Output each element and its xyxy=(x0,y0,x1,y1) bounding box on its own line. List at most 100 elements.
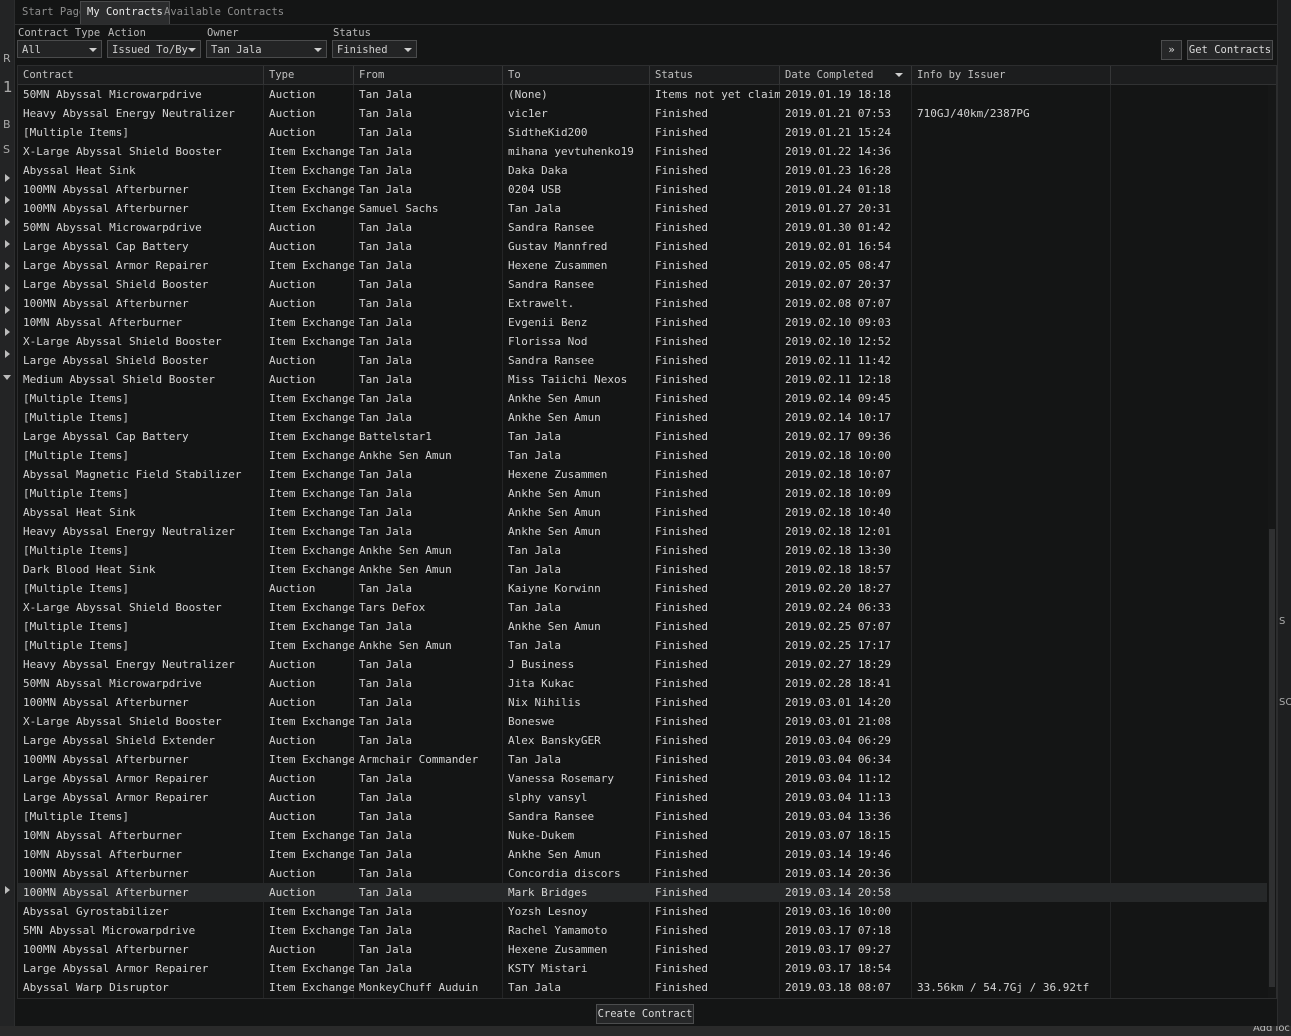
table-row[interactable]: X-Large Abyssal Shield Booster Item Excha… xyxy=(18,712,1267,731)
cell-type: Auction xyxy=(269,373,316,386)
column-header-type[interactable]: Type xyxy=(264,66,354,84)
table-row[interactable]: Large Abyssal Shield Extender Auction Tan … xyxy=(18,731,1267,750)
tab-my-contracts[interactable]: My Contracts xyxy=(80,1,170,24)
cell-status: Finished xyxy=(655,373,708,386)
table-row[interactable]: Large Abyssal Armor Repairer Item Exchang… xyxy=(18,959,1267,978)
table-row[interactable]: Large Abyssal Armor Repairer Item Exchang… xyxy=(18,256,1267,275)
column-header-status[interactable]: Status xyxy=(650,66,780,84)
table-row[interactable]: Abyssal Gyrostabilizer Item Exchange Tan J… xyxy=(18,902,1267,921)
scrollbar-thumb[interactable] xyxy=(1269,529,1275,987)
expand-arrow-icon[interactable] xyxy=(5,218,10,226)
column-header-date-completed[interactable]: Date Completed xyxy=(780,66,912,84)
table-row[interactable]: Large Abyssal Shield Booster Auction Tan J… xyxy=(18,275,1267,294)
table-row[interactable]: 100MN Abyssal Afterburner Auction Tan Jala… xyxy=(18,693,1267,712)
create-contract-button[interactable]: Create Contract xyxy=(596,1004,694,1024)
cell-to: Daka Daka xyxy=(508,164,568,177)
owner-value: Tan Jala xyxy=(211,44,262,56)
expand-arrow-icon[interactable] xyxy=(5,262,10,270)
cell-date-completed: 2019.01.22 14:36 xyxy=(785,145,891,158)
table-row[interactable]: [Multiple Items] Item Exchange Ankhe Sen A… xyxy=(18,446,1267,465)
table-row[interactable]: [Multiple Items] Item Exchange Ankhe Sen A… xyxy=(18,541,1267,560)
cell-to: mihana yevtuhenko19 xyxy=(508,145,634,158)
table-row[interactable]: Abyssal Heat Sink Item Exchange Tan Jala Da… xyxy=(18,161,1267,180)
expand-filters-button[interactable]: » xyxy=(1161,40,1182,60)
table-row[interactable]: [Multiple Items] Auction Tan Jala Kaiyne Ko… xyxy=(18,579,1267,598)
expand-arrow-icon[interactable] xyxy=(5,306,10,314)
table-row[interactable]: Heavy Abyssal Energy Neutralizer Item Exc… xyxy=(18,522,1267,541)
cell-from: Tan Jala xyxy=(359,772,412,785)
table-row[interactable]: Heavy Abyssal Energy Neutralizer Auction T… xyxy=(18,655,1267,674)
table-row[interactable]: X-Large Abyssal Shield Booster Item Excha… xyxy=(18,332,1267,351)
tab-available-contracts[interactable]: Available Contracts xyxy=(158,2,290,22)
cell-type: Auction xyxy=(269,297,316,310)
table-row[interactable]: Medium Abyssal Shield Booster Auction Tan … xyxy=(18,370,1267,389)
table-row[interactable]: [Multiple Items] Item Exchange Ankhe Sen A… xyxy=(18,636,1267,655)
table-row[interactable]: 50MN Abyssal Microwarpdrive Auction Tan Ja… xyxy=(18,218,1267,237)
column-header-from[interactable]: From xyxy=(354,66,503,84)
table-row[interactable]: [Multiple Items] Item Exchange Tan Jala Ank… xyxy=(18,484,1267,503)
table-row[interactable]: [Multiple Items] Item Exchange Tan Jala Ank… xyxy=(18,617,1267,636)
status-select[interactable]: Finished xyxy=(332,40,417,58)
get-contracts-button[interactable]: Get Contracts xyxy=(1187,40,1273,60)
table-row[interactable]: X-Large Abyssal Shield Booster Item Excha… xyxy=(18,142,1267,161)
expand-arrow-icon[interactable] xyxy=(5,886,10,894)
table-row[interactable]: 10MN Abyssal Afterburner Item Exchange Tan… xyxy=(18,313,1267,332)
expand-arrow-icon[interactable] xyxy=(5,196,10,204)
table-row[interactable]: 10MN Abyssal Afterburner Item Exchange Tan… xyxy=(18,826,1267,845)
column-header-contract[interactable]: Contract xyxy=(18,66,264,84)
table-row[interactable]: 100MN Abyssal Afterburner Auction Tan Jala… xyxy=(18,940,1267,959)
column-header-to[interactable]: To xyxy=(503,66,650,84)
cell-type: Item Exchange xyxy=(269,259,354,272)
expand-arrow-icon[interactable] xyxy=(5,284,10,292)
table-row[interactable]: 50MN Abyssal Microwarpdrive Auction Tan Ja… xyxy=(18,674,1267,693)
cell-info-by-issuer xyxy=(912,85,1111,104)
table-row[interactable]: 100MN Abyssal Afterburner Auction Tan Jala… xyxy=(18,883,1267,902)
table-row[interactable]: Large Abyssal Armor Repairer Auction Tan J… xyxy=(18,769,1267,788)
table-row[interactable]: Large Abyssal Cap Battery Item Exchange Ba… xyxy=(18,427,1267,446)
expand-arrow-icon[interactable] xyxy=(5,174,10,182)
table-row[interactable]: [Multiple Items] Auction Tan Jala SidtheKid… xyxy=(18,123,1267,142)
table-row[interactable]: [Multiple Items] Auction Tan Jala Sandra Ra… xyxy=(18,807,1267,826)
table-row[interactable]: 100MN Abyssal Afterburner Item Exchange Ar… xyxy=(18,750,1267,769)
table-row[interactable]: 100MN Abyssal Afterburner Item Exchange Ta… xyxy=(18,180,1267,199)
table-row[interactable]: Large Abyssal Cap Battery Auction Tan Jala… xyxy=(18,237,1267,256)
cell-info-by-issuer xyxy=(912,788,1111,807)
table-row[interactable]: 10MN Abyssal Afterburner Item Exchange Tan… xyxy=(18,845,1267,864)
table-row[interactable]: Abyssal Magnetic Field Stabilizer Item Ex… xyxy=(18,465,1267,484)
table-row[interactable]: Abyssal Heat Sink Item Exchange Tan Jala An… xyxy=(18,503,1267,522)
table-row[interactable]: [Multiple Items] Item Exchange Tan Jala Ank… xyxy=(18,389,1267,408)
contract-type-select[interactable]: All xyxy=(17,40,102,58)
cell-info-by-issuer xyxy=(912,902,1111,921)
table-row[interactable]: 100MN Abyssal Afterburner Auction Tan Jala… xyxy=(18,294,1267,313)
cell-from: Armchair Commander xyxy=(359,753,479,766)
table-row[interactable]: Large Abyssal Shield Booster Auction Tan J… xyxy=(18,351,1267,370)
cell-date-completed: 2019.03.01 21:08 xyxy=(785,715,891,728)
action-select[interactable]: Issued To/By xyxy=(107,40,201,58)
table-row[interactable]: 100MN Abyssal Afterburner Auction Tan Jala… xyxy=(18,864,1267,883)
owner-select[interactable]: Tan Jala xyxy=(206,40,327,58)
cell-from: Tan Jala xyxy=(359,696,412,709)
table-row[interactable]: 100MN Abyssal Afterburner Item Exchange Sa… xyxy=(18,199,1267,218)
collapse-arrow-icon[interactable] xyxy=(3,375,11,380)
expand-arrow-icon[interactable] xyxy=(5,350,10,358)
cell-contract: Abyssal Heat Sink xyxy=(23,506,136,519)
table-row[interactable]: 5MN Abyssal Microwarpdrive Item Exchange T… xyxy=(18,921,1267,940)
vertical-scrollbar[interactable] xyxy=(1268,85,1276,998)
cell-date-completed: 2019.02.10 09:03 xyxy=(785,316,891,329)
cell-type: Auction xyxy=(269,772,316,785)
table-row[interactable]: Large Abyssal Armor Repairer Auction Tan J… xyxy=(18,788,1267,807)
cell-to: Ankhe Sen Amun xyxy=(508,506,601,519)
cell-status: Finished xyxy=(655,183,708,196)
table-row[interactable]: Heavy Abyssal Energy Neutralizer Auction T… xyxy=(18,104,1267,123)
expand-arrow-icon[interactable] xyxy=(5,328,10,336)
table-row[interactable]: X-Large Abyssal Shield Booster Item Excha… xyxy=(18,598,1267,617)
cell-to: Sandra Ransee xyxy=(508,278,595,291)
expand-arrow-icon[interactable] xyxy=(5,240,10,248)
table-row[interactable]: Abyssal Warp Disruptor Item Exchange Monke… xyxy=(18,978,1267,997)
cell-to: Ankhe Sen Amun xyxy=(508,411,601,424)
cell-contract: [Multiple Items] xyxy=(23,620,129,633)
column-header-info-by-issuer[interactable]: Info by Issuer xyxy=(912,66,1111,84)
table-row[interactable]: 50MN Abyssal Microwarpdrive Auction Tan Ja… xyxy=(18,85,1267,104)
table-row[interactable]: [Multiple Items] Item Exchange Tan Jala Ank… xyxy=(18,408,1267,427)
table-row[interactable]: Dark Blood Heat Sink Item Exchange Ankhe S… xyxy=(18,560,1267,579)
